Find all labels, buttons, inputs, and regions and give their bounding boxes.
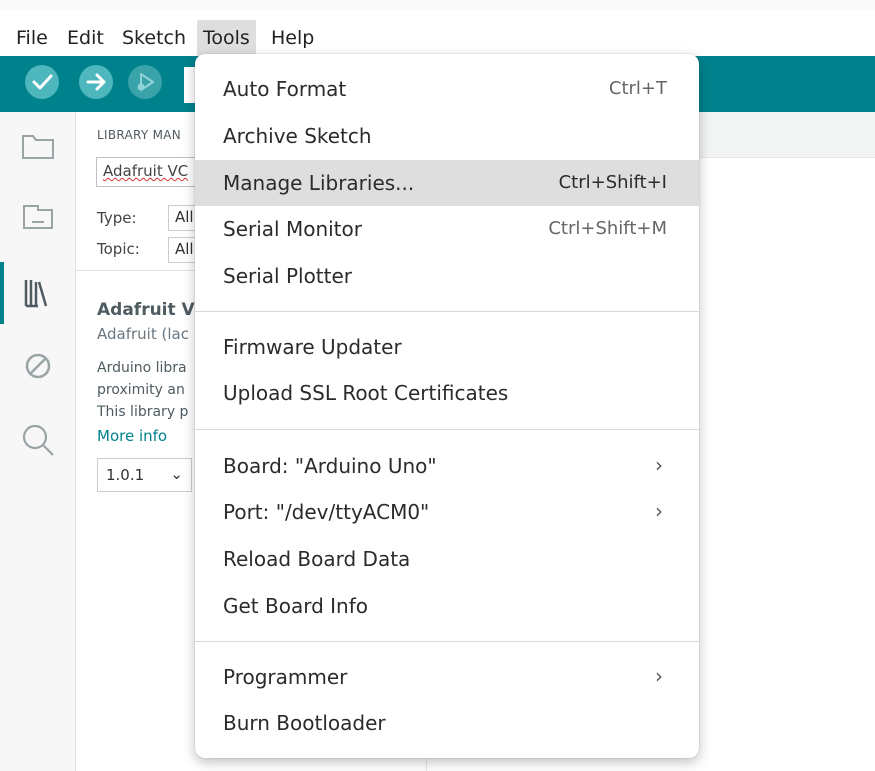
menu-item-firmware-updater[interactable]: Firmware Updater bbox=[195, 324, 699, 370]
tools-dropdown-menu: Auto Format Ctrl+T Archive Sketch Manage… bbox=[195, 54, 699, 758]
sketchbook-folder-icon[interactable] bbox=[18, 126, 58, 166]
library-item-description-line: This library p bbox=[97, 404, 189, 420]
menu-item-label: Serial Plotter bbox=[223, 264, 353, 288]
menu-item-programmer[interactable]: Programmer › bbox=[195, 654, 699, 700]
arrow-right-icon bbox=[79, 65, 113, 99]
menu-divider bbox=[195, 641, 699, 642]
menu-item-label: Board: "Arduino Uno" bbox=[223, 454, 437, 478]
menu-item-archive-sketch[interactable]: Archive Sketch bbox=[195, 113, 699, 159]
library-search-value: Adafruit VC bbox=[103, 162, 189, 180]
chevron-right-icon: › bbox=[655, 499, 663, 523]
debug-icon bbox=[128, 65, 162, 99]
library-item-author: Adafruit (lac bbox=[97, 325, 189, 343]
library-item-description-line: Arduino libra bbox=[97, 360, 187, 376]
menu-item-auto-format[interactable]: Auto Format Ctrl+T bbox=[195, 66, 699, 112]
menu-item-label: Auto Format bbox=[223, 77, 347, 101]
upload-button[interactable] bbox=[78, 64, 114, 100]
menu-item-shortcut: Ctrl+Shift+M bbox=[548, 218, 667, 239]
verify-button[interactable] bbox=[24, 64, 60, 100]
menu-item-shortcut: Ctrl+Shift+I bbox=[558, 172, 667, 193]
chevron-right-icon: › bbox=[655, 453, 663, 477]
menu-item-label: Upload SSL Root Certificates bbox=[223, 381, 509, 405]
menu-item-upload-ssl-certificates[interactable]: Upload SSL Root Certificates bbox=[195, 370, 699, 416]
library-manager-title: LIBRARY MAN bbox=[97, 128, 182, 142]
menu-edit[interactable]: Edit bbox=[61, 20, 110, 56]
menu-item-manage-libraries[interactable]: Manage Libraries... Ctrl+Shift+I bbox=[195, 160, 699, 206]
menu-item-port[interactable]: Port: "/dev/ttyACM0" › bbox=[195, 489, 699, 535]
menu-item-label: Get Board Info bbox=[223, 594, 368, 618]
menubar: File Edit Sketch Tools Help bbox=[0, 10, 875, 56]
chevron-down-icon: ⌄ bbox=[170, 465, 183, 483]
filter-divider bbox=[76, 270, 206, 271]
menu-sketch[interactable]: Sketch bbox=[116, 20, 192, 56]
library-item-name: Adafruit V bbox=[97, 300, 195, 320]
window-top-strip bbox=[0, 0, 875, 10]
menu-item-serial-monitor[interactable]: Serial Monitor Ctrl+Shift+M bbox=[195, 206, 699, 252]
active-indicator bbox=[0, 262, 4, 324]
menu-item-shortcut: Ctrl+T bbox=[608, 78, 667, 99]
checkmark-icon bbox=[25, 65, 59, 99]
menu-item-label: Manage Libraries... bbox=[223, 171, 415, 195]
more-info-link[interactable]: More info bbox=[97, 427, 167, 445]
menu-tools[interactable]: Tools bbox=[197, 20, 256, 56]
menu-item-label: Reload Board Data bbox=[223, 547, 411, 571]
menu-item-label: Burn Bootloader bbox=[223, 711, 386, 735]
menu-item-label: Programmer bbox=[223, 665, 348, 689]
type-label: Type: bbox=[97, 209, 137, 227]
version-value: 1.0.1 bbox=[106, 466, 145, 484]
topic-label: Topic: bbox=[97, 240, 140, 258]
menu-item-serial-plotter[interactable]: Serial Plotter bbox=[195, 253, 699, 299]
menu-file[interactable]: File bbox=[10, 20, 54, 56]
menu-item-label: Serial Monitor bbox=[223, 217, 362, 241]
boards-manager-icon[interactable] bbox=[18, 196, 58, 236]
debug-prohibited-icon[interactable] bbox=[18, 346, 58, 386]
version-select[interactable]: 1.0.1 ⌄ bbox=[97, 458, 192, 492]
menu-item-burn-bootloader[interactable]: Burn Bootloader bbox=[195, 700, 699, 746]
menu-divider bbox=[195, 311, 699, 312]
menu-item-label: Firmware Updater bbox=[223, 335, 402, 359]
chevron-right-icon: › bbox=[655, 664, 663, 688]
menu-item-board[interactable]: Board: "Arduino Uno" › bbox=[195, 443, 699, 489]
menu-item-label: Archive Sketch bbox=[223, 124, 372, 148]
menu-item-get-board-info[interactable]: Get Board Info bbox=[195, 583, 699, 629]
menu-help[interactable]: Help bbox=[265, 20, 320, 56]
library-item-description-line: proximity an bbox=[97, 382, 185, 398]
menu-item-label: Port: "/dev/ttyACM0" bbox=[223, 500, 430, 524]
menu-divider bbox=[195, 429, 699, 430]
library-manager-icon[interactable] bbox=[18, 272, 58, 312]
search-icon[interactable] bbox=[18, 420, 58, 460]
debug-button[interactable] bbox=[127, 64, 163, 100]
menu-item-reload-board-data[interactable]: Reload Board Data bbox=[195, 536, 699, 582]
